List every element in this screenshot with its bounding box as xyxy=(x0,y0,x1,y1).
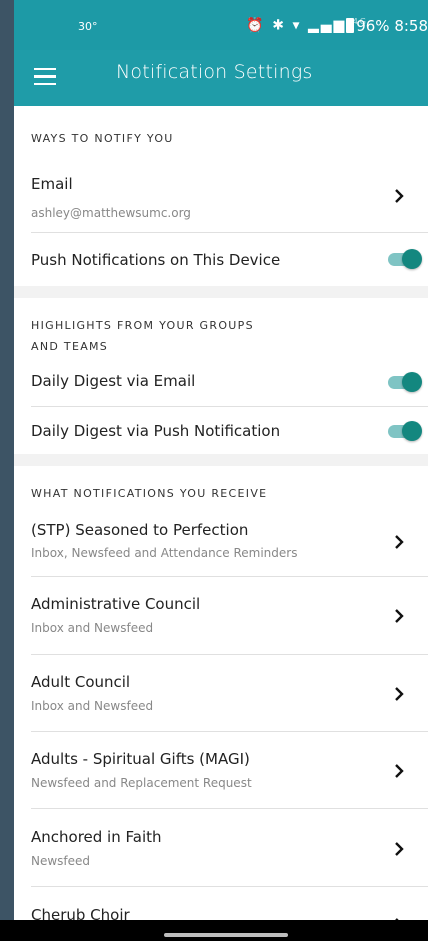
chevron-right-icon[interactable] xyxy=(390,187,408,205)
push-notifications-label: Push Notifications on This Device xyxy=(31,251,281,269)
chevron-right-icon[interactable] xyxy=(390,533,408,551)
group-item[interactable]: (STP) Seasoned to Perfection Inbox, News… xyxy=(14,511,428,575)
group-item-title: Adults - Spiritual Gifts (MAGI) xyxy=(31,750,250,768)
daily-digest-push-row: Daily Digest via Push Notification xyxy=(14,410,428,454)
section-header-highlights-line2: AND TEAMS xyxy=(31,340,109,353)
daily-digest-push-toggle[interactable] xyxy=(388,421,422,441)
app-bar: Notification Settings xyxy=(14,50,428,106)
bluetooth-icon: ✱ xyxy=(272,17,286,34)
temperature-indicator: 30° xyxy=(78,20,98,33)
battery-percent: 96% xyxy=(356,17,390,35)
chevron-right-icon[interactable] xyxy=(390,685,408,703)
group-item[interactable]: Adults - Spiritual Gifts (MAGI) Newsfeed… xyxy=(14,740,428,804)
page-title: Notification Settings xyxy=(116,61,313,83)
group-item-title: Anchored in Faith xyxy=(31,828,162,846)
group-item-subtitle: Newsfeed and Replacement Request xyxy=(31,776,252,790)
email-row[interactable]: Email ashley@matthewsumc.org xyxy=(14,164,428,230)
divider xyxy=(31,576,428,577)
divider xyxy=(31,886,428,887)
group-item[interactable]: Anchored in Faith Newsfeed xyxy=(14,818,428,882)
section-spacer xyxy=(14,286,428,298)
group-item-title: (STP) Seasoned to Perfection xyxy=(31,521,249,539)
daily-digest-email-row: Daily Digest via Email xyxy=(14,364,428,404)
email-value: ashley@matthewsumc.org xyxy=(31,206,191,220)
section-header-highlights-line1: HIGHLIGHTS FROM YOUR GROUPS xyxy=(31,319,254,332)
group-item[interactable]: Adult Council Inbox and Newsfeed xyxy=(14,663,428,727)
group-item-subtitle: Inbox, Newsfeed and Attendance Reminders xyxy=(31,546,298,560)
home-gesture-handle[interactable] xyxy=(164,933,288,937)
battery-status: 96% 8:58 xyxy=(346,17,428,35)
divider xyxy=(31,808,428,809)
divider xyxy=(31,406,428,407)
chevron-right-icon[interactable] xyxy=(390,607,408,625)
group-item-subtitle: Newsfeed xyxy=(31,854,91,868)
signal-icon: ▂▄▆ xyxy=(307,17,347,34)
section-spacer xyxy=(14,454,428,466)
daily-digest-email-toggle[interactable] xyxy=(388,372,422,392)
section-header-receive: WHAT NOTIFICATIONS YOU RECEIVE xyxy=(31,487,268,500)
system-nav-bar xyxy=(0,920,428,941)
group-item-subtitle: Inbox and Newsfeed xyxy=(31,699,154,713)
chevron-right-icon[interactable] xyxy=(390,840,408,858)
push-notifications-toggle[interactable] xyxy=(388,249,422,269)
section-header-ways: WAYS TO NOTIFY YOU xyxy=(31,132,174,145)
group-item-title: Adult Council xyxy=(31,673,131,691)
divider xyxy=(31,654,428,655)
alarm-icon: ⏰ xyxy=(246,17,266,34)
divider xyxy=(31,731,428,732)
group-item-title: Administrative Council xyxy=(31,595,201,613)
daily-digest-email-label: Daily Digest via Email xyxy=(31,372,196,390)
group-item[interactable]: Administrative Council Inbox and Newsfee… xyxy=(14,585,428,649)
wifi-icon: ▾ xyxy=(292,17,302,34)
email-label: Email xyxy=(31,175,73,193)
phone-screen: 30° ⏰ ✱ ▾ ▂▄▆ 4G 96% 8:58 Notification S… xyxy=(14,0,428,941)
status-bar: 30° ⏰ ✱ ▾ ▂▄▆ 4G 96% 8:58 xyxy=(14,0,428,56)
battery-icon xyxy=(346,18,355,33)
chevron-right-icon[interactable] xyxy=(390,762,408,780)
clock: 8:58 xyxy=(394,17,428,35)
daily-digest-push-label: Daily Digest via Push Notification xyxy=(31,422,281,440)
push-notifications-row: Push Notifications on This Device xyxy=(14,233,428,288)
section-header-highlights: HIGHLIGHTS FROM YOUR GROUPS AND TEAMS xyxy=(14,315,254,357)
group-item-subtitle: Inbox and Newsfeed xyxy=(31,621,154,635)
hamburger-menu-icon[interactable] xyxy=(34,68,56,86)
